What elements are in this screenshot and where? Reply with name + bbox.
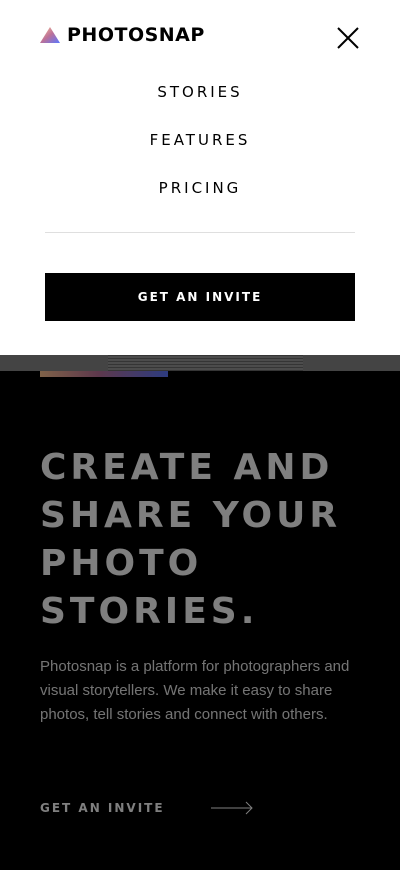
mobile-menu: PHOTOSNAP STORIES FEATURES PRICING GET A… (0, 0, 400, 355)
brand-logo[interactable]: PHOTOSNAP (40, 24, 205, 46)
nav-item-features[interactable]: FEATURES (0, 128, 400, 152)
nav-item-pricing[interactable]: PRICING (0, 176, 400, 200)
mobile-nav: STORIES FEATURES PRICING (0, 80, 400, 224)
close-icon[interactable] (336, 26, 360, 50)
menu-divider (45, 232, 355, 233)
nav-item-stories[interactable]: STORIES (0, 80, 400, 104)
triangle-gradient-icon (40, 27, 60, 43)
get-invite-button[interactable]: GET AN INVITE (45, 273, 355, 321)
menu-backdrop-overlay[interactable] (0, 355, 400, 870)
brand-name: PHOTOSNAP (67, 24, 205, 46)
